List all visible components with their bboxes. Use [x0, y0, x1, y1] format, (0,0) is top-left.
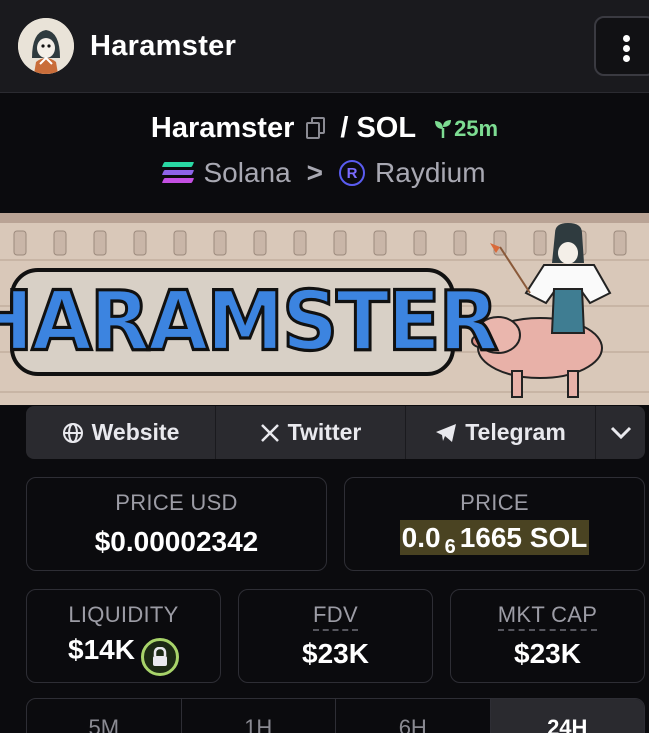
token-avatar	[18, 18, 74, 74]
tab-5m[interactable]: 5M	[27, 699, 182, 733]
dex-name[interactable]: Raydium	[375, 157, 485, 189]
website-label: Website	[91, 419, 180, 445]
copy-icon[interactable]	[306, 116, 326, 141]
chain-breadcrumb: Solana > R Raydium	[0, 157, 649, 191]
x-logo-icon	[260, 423, 279, 442]
website-link[interactable]: Website	[26, 406, 216, 459]
top-bar: Haramster	[0, 0, 649, 93]
kebab-menu-icon-dot	[623, 45, 630, 52]
more-menu-button[interactable]	[594, 16, 649, 76]
pair-page: Haramster Haramster / SOL 25m Solana > R…	[0, 0, 649, 733]
more-links-button[interactable]	[596, 406, 645, 459]
price-native-card: PRICE 0.0 6 1665 SOL	[344, 477, 645, 571]
lock-icon[interactable]	[140, 638, 179, 676]
chevron-down-icon	[610, 426, 631, 439]
kebab-menu-icon	[623, 35, 630, 42]
telegram-link[interactable]: Telegram	[406, 406, 596, 459]
telegram-label: Telegram	[465, 419, 566, 445]
chain-name[interactable]: Solana	[203, 157, 290, 189]
quote-token-name: SOL	[356, 112, 417, 144]
timeframe-tabs: 5M 1H 6H 24H	[26, 698, 645, 733]
price-zero-count: 6	[444, 536, 456, 558]
liquidity-card: LIQUIDITY $14K	[26, 589, 221, 683]
base-token-name: Haramster	[150, 112, 295, 144]
seedling-icon	[435, 119, 452, 138]
tab-6h[interactable]: 6H	[336, 699, 491, 733]
price-suffix: 1665 SOL	[459, 522, 588, 553]
raydium-icon: R	[339, 160, 366, 186]
social-links-bar: Website Twitter Telegram	[26, 406, 645, 459]
price-usd-label: PRICE USD	[115, 490, 238, 515]
twitter-label: Twitter	[287, 419, 362, 445]
telegram-icon	[436, 423, 457, 442]
globe-icon	[62, 422, 83, 443]
kebab-menu-icon-dot	[623, 55, 630, 62]
mkt-cap-label[interactable]: MKT CAP	[497, 602, 598, 631]
mkt-cap-card: MKT CAP $23K	[450, 589, 645, 683]
price-usd-value: $0.00002342	[94, 526, 259, 557]
tab-1h[interactable]: 1H	[182, 699, 336, 733]
pair-separator: /	[340, 112, 349, 144]
banner-logo: HARAMSTER	[0, 268, 500, 376]
twitter-link[interactable]: Twitter	[216, 406, 406, 459]
price-prefix: 0.0	[401, 522, 441, 553]
banner-logo-text: HARAMSTER	[0, 273, 500, 371]
fdv-card: FDV $23K	[238, 589, 433, 683]
fdv-label[interactable]: FDV	[313, 602, 358, 631]
tab-24h[interactable]: 24H	[490, 699, 644, 733]
breadcrumb-arrow: >	[306, 157, 324, 188]
liquidity-row: $14K	[27, 634, 220, 676]
price-native-label: PRICE	[460, 490, 529, 515]
pair-title: Haramster / SOL 25m	[0, 112, 649, 146]
liquidity-label: LIQUIDITY	[68, 602, 179, 627]
liquidity-value: $14K	[68, 634, 135, 665]
pair-age: 25m	[454, 115, 499, 141]
fdv-value: $23K	[302, 638, 369, 669]
mkt-cap-value: $23K	[514, 638, 581, 669]
app-title: Haramster	[90, 30, 237, 62]
price-native-value: 0.0 6 1665 SOL	[345, 520, 644, 559]
price-usd-card: PRICE USD $0.00002342	[26, 477, 327, 571]
pair-age-badge: 25m	[432, 116, 498, 142]
solana-icon	[162, 162, 195, 184]
